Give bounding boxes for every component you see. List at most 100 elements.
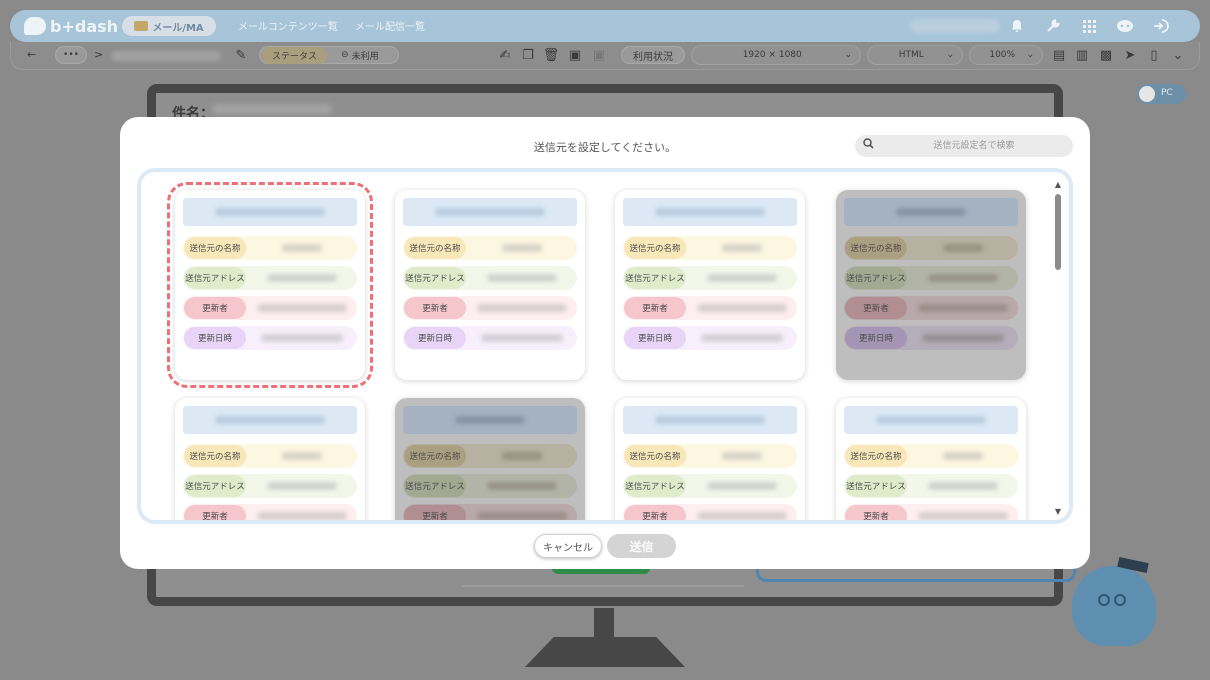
sender-name-row-value [246,452,357,460]
edit-square-icon[interactable]: ✍ [497,47,513,63]
zoom-select[interactable]: 100% ⌄ [969,45,1043,65]
updated-at-row-value [907,334,1018,342]
send-plane-icon[interactable]: ➤ [1122,47,1138,63]
html-file-icon[interactable]: ▤ [1051,47,1067,63]
expand-chevron-icon[interactable]: ⌄ [1170,47,1186,63]
sender-name-row: 送信元の名称 [623,236,797,260]
trash-icon[interactable]: 🗑 [543,47,560,63]
contact-card-icon[interactable]: ▩ [1098,47,1114,63]
sender-card-title-text [876,416,986,424]
wrench-icon[interactable] [1044,17,1062,35]
sender-card-title [403,406,577,434]
resolution-value: 1920 × 1080 [742,50,802,60]
sender-name-row-value [466,452,577,460]
sender-name-row-label: 送信元の名称 [404,445,466,467]
sender-address-row-label: 送信元アドレス [404,267,466,289]
updated-at-row-value [246,334,357,342]
sender-card[interactable]: 送信元の名称送信元アドレス更新者更新日時 [395,190,585,380]
pencil-icon[interactable]: ✎ [233,47,249,63]
nav-link-mail-delivery[interactable]: メール配信一覧 [355,18,425,33]
sender-card[interactable]: 送信元の名称送信元アドレス更新者更新日時 [615,190,805,380]
sender-name-row: 送信元の名称 [183,236,357,260]
sender-card-title [183,406,357,434]
copy-icon[interactable]: ❐ [520,47,536,63]
document-icon[interactable]: ▯ [1146,47,1162,63]
updater-row-value [907,512,1018,520]
grid-icon[interactable] [1080,17,1098,35]
sender-card[interactable]: 送信元の名称送信元アドレス更新者更新日時 [175,398,365,520]
cancel-button[interactable]: キャンセル [534,534,602,558]
mascot-eye [1114,594,1126,606]
format-value: HTML [898,50,924,60]
sender-address-row: 送信元アドレス [844,266,1018,290]
search-input[interactable] [881,138,1067,154]
sender-card-title-text [215,416,325,424]
top-nav: b+dash メール/MA メールコンテンツ一覧 メール配信一覧 [10,10,1200,42]
updater-row-label: 更新者 [624,297,686,319]
sender-card[interactable]: 送信元の名称送信元アドレス更新者更新日時 [615,398,805,520]
chevron-down-icon: ⌄ [1026,50,1034,60]
sender-address-row-label: 送信元アドレス [624,267,686,289]
sender-select-modal: 送信元を設定してください。 送信元の名称送信元アドレス更新者更新日時送信元の名称… [120,117,1090,569]
updater-row-value [686,304,797,312]
scroll-up-icon[interactable]: ▲ [1053,180,1063,189]
resolution-select[interactable]: 1920 × 1080 ⌄ [691,45,861,65]
sender-name-row: 送信元の名称 [844,236,1018,260]
sender-name-row-label: 送信元の名称 [624,237,686,259]
sender-address-row-value [686,274,797,282]
sender-card[interactable]: 送信元の名称送信元アドレス更新者更新日時 [836,398,1026,520]
menu-mail-ma[interactable]: メール/MA [122,16,216,36]
sender-card[interactable]: 送信元の名称送信元アドレス更新者更新日時 [167,182,373,388]
updated-at-row-value [466,334,577,342]
back-arrow-icon[interactable]: ← [27,48,36,61]
user-name [910,19,1000,33]
bell-icon[interactable] [1008,17,1026,35]
toggle-knob [1139,86,1155,102]
sender-address-row-value [907,274,1018,282]
sender-address-row: 送信元アドレス [183,266,357,290]
sender-name-row-value [466,244,577,252]
mascot-eye [1098,594,1110,606]
usage-button[interactable]: 利用状況 [621,46,685,64]
sender-address-row: 送信元アドレス [844,474,1018,498]
scroll-thumb[interactable] [1055,194,1061,270]
scroll-down-icon[interactable]: ▼ [1053,507,1063,516]
breadcrumb-more-button[interactable]: ••• [55,46,87,64]
sender-address-row-value [246,482,357,490]
sender-address-row: 送信元アドレス [403,266,577,290]
sender-card-title-text [655,208,765,216]
format-select[interactable]: HTML ⌄ [867,45,963,65]
archive-disabled-icon: ▣ [592,47,606,63]
logo[interactable]: b+dash [24,16,118,36]
sender-address-row: 送信元アドレス [623,266,797,290]
nav-link-mail-contents[interactable]: メールコンテンツ一覧 [238,18,338,33]
sender-name-row-value [686,244,797,252]
monitor-stand [594,608,614,638]
updater-row-value [466,512,577,520]
sender-name-row-value [907,452,1018,460]
archive-icon[interactable]: ▣ [567,47,583,63]
chat-bot-icon[interactable] [1116,17,1134,35]
send-button[interactable]: 送信 [607,534,676,558]
sender-address-row-label: 送信元アドレス [404,475,466,497]
clipboard-icon[interactable]: ▥ [1074,47,1090,63]
updated-at-row-label: 更新日時 [624,327,686,349]
updated-at-row: 更新日時 [623,326,797,350]
device-toggle[interactable]: PC [1137,84,1186,104]
scrollbar[interactable]: ▲ ▼ [1053,180,1063,516]
chevron-down-icon: ⌄ [844,50,852,60]
logout-icon[interactable] [1152,17,1170,35]
sender-name-row-label: 送信元の名称 [845,237,907,259]
updater-row-label: 更新者 [184,297,246,319]
sender-address-row-label: 送信元アドレス [184,267,246,289]
updater-row-label: 更新者 [404,297,466,319]
sender-card-title [183,198,357,226]
breadcrumb-separator: > [94,48,104,61]
updated-at-row-label: 更新日時 [404,327,466,349]
mascot-icon[interactable] [1072,556,1156,646]
updater-row: 更新者 [183,504,357,520]
search-box [855,135,1073,157]
updater-row: 更新者 [403,504,577,520]
editor-toolbar: ← ••• > ✎ ステータス ⊖ 未利用 ✍ ❐ 🗑 ▣ ▣ 利用状況 192… [10,42,1200,70]
sender-name-row: 送信元の名称 [183,444,357,468]
